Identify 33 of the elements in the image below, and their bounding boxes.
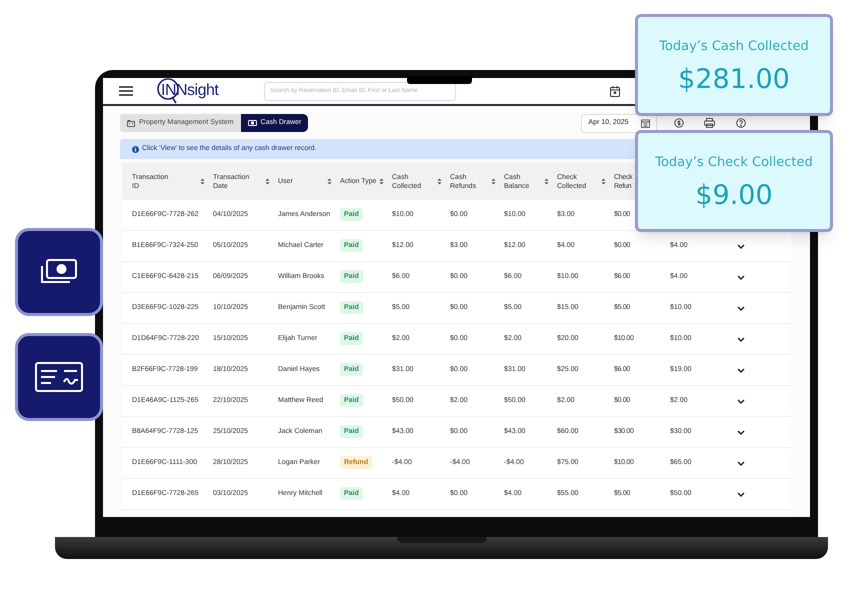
chevron-down-icon[interactable] [737, 492, 745, 496]
calendar-icon[interactable] [610, 86, 620, 96]
sort-icon[interactable] [200, 178, 205, 185]
summary-title: Today’s Cash Collected [659, 38, 809, 56]
chevron-down-icon[interactable] [737, 430, 745, 434]
sort-icon[interactable] [491, 178, 496, 185]
banknote-icon [248, 120, 257, 126]
chevron-down-icon[interactable] [737, 244, 745, 248]
chevron-down-icon[interactable] [737, 460, 745, 466]
chevron-down-icon[interactable] [737, 368, 745, 372]
chevron-down-icon[interactable] [737, 306, 745, 310]
chevron-down-icon[interactable] [737, 398, 745, 404]
summary-value: $281.00 [678, 66, 790, 94]
building-icon [127, 120, 135, 126]
camera-notch [407, 76, 472, 84]
help-icon[interactable] [736, 118, 746, 128]
menu-icon[interactable] [119, 86, 133, 96]
coin-icon[interactable] [674, 118, 684, 128]
summary-title: Today’s Check Collected [655, 154, 813, 172]
chevron-down-icon[interactable] [737, 274, 745, 280]
banknote-icon [40, 258, 78, 286]
sort-icon[interactable] [327, 178, 332, 185]
sort-icon[interactable] [437, 178, 442, 185]
cheque-icon [35, 362, 83, 392]
info-icon [132, 146, 139, 152]
chevron-down-icon[interactable] [737, 336, 745, 342]
sort-icon[interactable] [265, 178, 270, 185]
print-icon[interactable] [704, 118, 716, 128]
calendar-icon [641, 118, 650, 128]
summary-value: $9.00 [695, 182, 773, 210]
sort-icon[interactable] [544, 178, 549, 185]
sort-icon[interactable] [379, 178, 384, 185]
sort-icon[interactable] [601, 178, 606, 185]
